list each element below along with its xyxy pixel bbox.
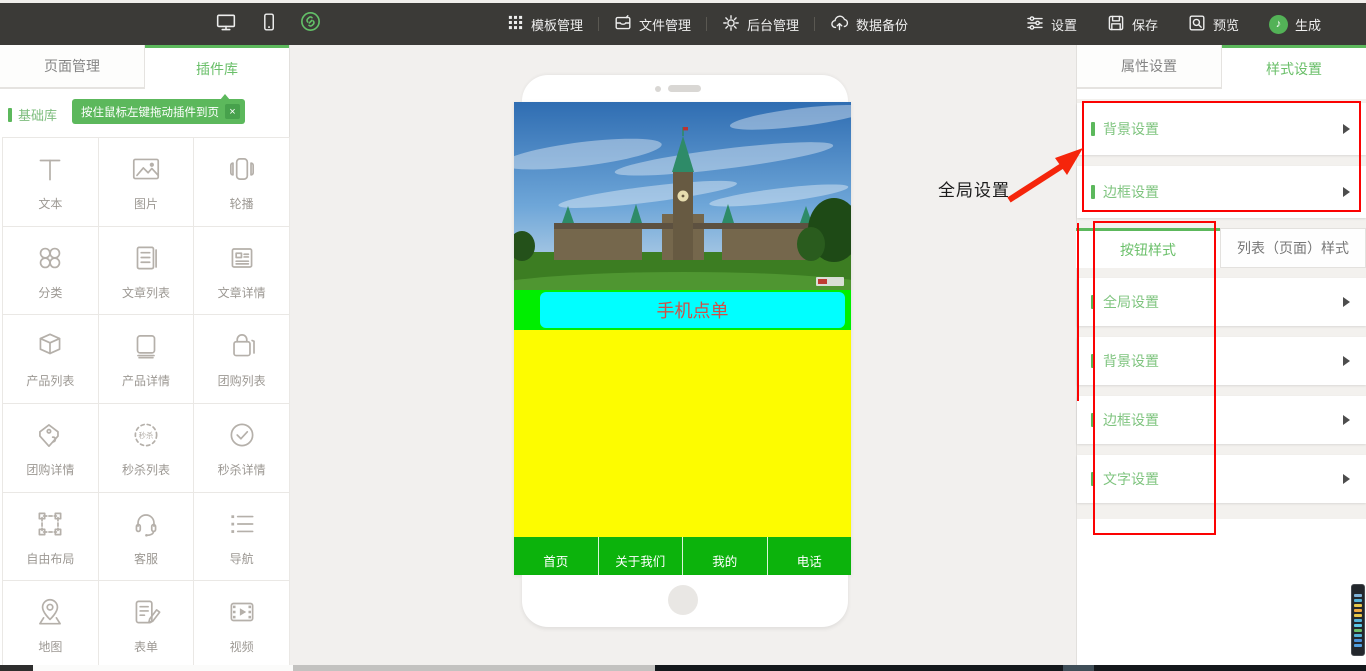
left-panel-tabbar: 页面管理 插件库 xyxy=(0,45,289,89)
generate-icon: ♪ xyxy=(1269,15,1288,34)
drag-hint-tooltip: 按住鼠标左键拖动插件到页 × xyxy=(72,99,245,124)
phone-nav-mine[interactable]: 我的 xyxy=(683,537,768,575)
chevron-right-icon xyxy=(1343,474,1350,484)
widget-carousel[interactable]: 轮播 xyxy=(194,138,290,227)
widget-article-detail[interactable]: 文章详情 xyxy=(194,227,290,316)
right-panel-tabbar: 属性设置 样式设置 xyxy=(1077,45,1366,89)
menu-generate[interactable]: ♪ 生成 xyxy=(1254,15,1336,34)
menu-label: 文件管理 xyxy=(639,15,691,34)
widget-seckill-detail[interactable]: 秒杀详情 xyxy=(194,404,290,493)
tab-attribute-settings[interactable]: 属性设置 xyxy=(1077,45,1222,88)
menu-template-management[interactable]: 模板管理 xyxy=(492,14,598,34)
widget-article-list[interactable]: 文章列表 xyxy=(99,227,195,316)
gear-icon xyxy=(722,14,740,35)
chevron-right-icon xyxy=(1343,415,1350,425)
tab-list-page-style[interactable]: 列表（页面）样式 xyxy=(1220,228,1366,268)
widget-customer-service[interactable]: 客服 xyxy=(99,493,195,582)
taskbar-segment-dark xyxy=(0,665,33,671)
menu-label: 后台管理 xyxy=(747,15,799,34)
annotation-arrow xyxy=(925,138,1095,210)
widget-video[interactable]: 视频 xyxy=(194,581,290,670)
floppy-icon xyxy=(1107,14,1125,35)
phone-nav-phone[interactable]: 电话 xyxy=(768,537,852,575)
order-button[interactable]: 手机点单 xyxy=(540,292,845,328)
widget-groupbuy-detail[interactable]: 团购详情 xyxy=(3,404,99,493)
hero-image[interactable] xyxy=(514,102,851,290)
topbar-center-menu: 模板管理 文件管理 后台管理 数据备份 xyxy=(492,3,923,45)
annotation-rect-global xyxy=(1082,101,1361,212)
tooltip-text: 按住鼠标左键拖动插件到页 xyxy=(81,104,219,120)
phone-bottom-nav: 首页 关于我们 我的 电话 xyxy=(514,537,851,575)
widget-seckill-list[interactable]: 秒杀 秒杀列表 xyxy=(99,404,195,493)
phone-camera-dot xyxy=(655,86,661,92)
widget-product-list[interactable]: 产品列表 xyxy=(3,315,99,404)
tab-page-management[interactable]: 页面管理 xyxy=(0,45,145,88)
device-preview-switcher xyxy=(215,3,321,45)
svg-text:秒杀: 秒杀 xyxy=(139,430,154,440)
taskbar-segment-gray xyxy=(293,665,655,671)
file-tray-icon xyxy=(614,14,632,35)
widget-map[interactable]: 地图 xyxy=(3,581,99,670)
menu-backend-management[interactable]: 后台管理 xyxy=(707,14,814,35)
menu-label: 模板管理 xyxy=(531,15,583,34)
chevron-right-icon xyxy=(1343,356,1350,366)
menu-label: 保存 xyxy=(1132,15,1158,34)
annotation-stray-line xyxy=(1077,223,1079,401)
menu-save[interactable]: 保存 xyxy=(1092,14,1173,35)
menu-preview[interactable]: 预览 xyxy=(1173,14,1254,35)
menu-label: 生成 xyxy=(1295,15,1321,34)
widget-navigation[interactable]: 导航 xyxy=(194,493,290,582)
widget-category[interactable]: 分类 xyxy=(3,227,99,316)
cloud-upload-icon xyxy=(830,14,849,35)
phone-nav-about[interactable]: 关于我们 xyxy=(599,537,684,575)
menu-label: 设置 xyxy=(1051,15,1077,34)
menu-label: 预览 xyxy=(1213,15,1239,34)
green-marker xyxy=(8,108,12,122)
mobile-icon[interactable] xyxy=(259,12,278,37)
yellow-block-widget[interactable] xyxy=(514,330,851,537)
phone-home-button xyxy=(668,585,698,615)
menu-file-management[interactable]: 文件管理 xyxy=(599,14,706,35)
topbar-right-menu: 设置 保存 预览 ♪ 生成 xyxy=(1011,3,1336,45)
annotation-rect-button-style xyxy=(1093,221,1216,535)
library-section-label: 基础库 xyxy=(8,105,57,124)
phone-speaker-bar xyxy=(668,85,701,92)
widget-grid: 文本 图片 轮播 分类 文章列表 文章详情 产品列表 产品详情 团购列表 团购详… xyxy=(2,137,290,670)
widget-groupbuy-list[interactable]: 团购列表 xyxy=(194,315,290,404)
link-icon[interactable] xyxy=(300,11,321,37)
edge-toolbar-widget[interactable] xyxy=(1351,584,1365,656)
tab-style-settings[interactable]: 样式设置 xyxy=(1222,45,1366,89)
taskbar-segment-light xyxy=(1063,665,1094,671)
grid-dots-icon xyxy=(507,14,524,34)
preview-icon xyxy=(1188,14,1206,35)
widget-image[interactable]: 图片 xyxy=(99,138,195,227)
menu-settings[interactable]: 设置 xyxy=(1011,14,1092,35)
widget-form[interactable]: 表单 xyxy=(99,581,195,670)
tab-plugin-library[interactable]: 插件库 xyxy=(145,45,289,89)
menu-data-backup[interactable]: 数据备份 xyxy=(815,14,923,35)
chevron-right-icon xyxy=(1343,297,1350,307)
taskbar-segment-white xyxy=(33,665,293,671)
widget-product-detail[interactable]: 产品详情 xyxy=(99,315,195,404)
desktop-icon[interactable] xyxy=(215,12,237,37)
sliders-icon xyxy=(1026,14,1044,35)
tooltip-close-icon[interactable]: × xyxy=(225,104,240,119)
phone-nav-home[interactable]: 首页 xyxy=(514,537,599,575)
widget-free-layout[interactable]: 自由布局 xyxy=(3,493,99,582)
widget-text[interactable]: 文本 xyxy=(3,138,99,227)
menu-label: 数据备份 xyxy=(856,15,908,34)
